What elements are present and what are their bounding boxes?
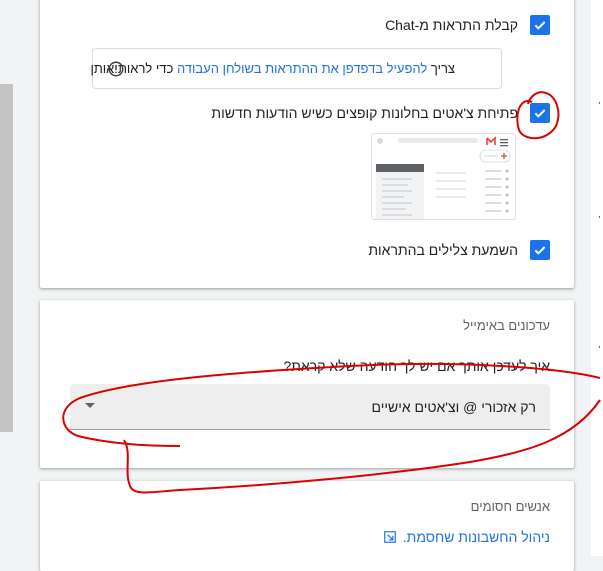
- email-frequency-value: רק אזכורי @ וצ'אטים אישיים: [371, 399, 537, 415]
- open-external-icon: [383, 531, 396, 543]
- blocked-people-card: אנשים חסומים ניהול החשבונות שחסמת.: [40, 481, 574, 571]
- notification-sound-label: השמעת צלילים בהתראות: [368, 242, 518, 258]
- info-text: צריך להפעיל בדפדפן את ההתראות בשולחן העב…: [90, 61, 455, 76]
- scrollbar[interactable]: [0, 84, 13, 432]
- margin-mark: ,: [598, 340, 601, 350]
- email-updates-question: איך לעדכן אותך אם יש לך הודעה שלא קראת?: [283, 358, 550, 374]
- check-icon: [534, 246, 546, 255]
- check-icon: [534, 109, 546, 118]
- margin-mark: ,: [598, 210, 601, 220]
- popout-chats-label: פתיחת צ'אטים בחלונות קופצים כשיש הודעות …: [211, 105, 518, 121]
- check-icon: [534, 21, 546, 30]
- adjacent-panel-edge: [591, 0, 603, 556]
- notifications-card: קבלת התראות מ-Chat צריך להפעיל בדפדפן את…: [40, 0, 574, 288]
- dropdown-arrow-icon: [85, 403, 95, 408]
- desktop-notifications-info-box: צריך להפעיל בדפדפן את ההתראות בשולחן העב…: [90, 48, 502, 89]
- manage-blocked-label: ניהול החשבונות שחסמת.: [402, 529, 550, 545]
- margin-mark: ,: [598, 96, 601, 106]
- blocked-people-title: אנשים חסומים: [470, 499, 550, 514]
- info-icon: [108, 61, 124, 77]
- preview-graphic: [372, 134, 515, 219]
- email-updates-title: עדכונים באימייל: [463, 318, 550, 333]
- popout-chats-checkbox[interactable]: [530, 103, 550, 123]
- info-prefix: צריך: [427, 61, 455, 76]
- popout-preview-illustration: [371, 133, 516, 220]
- chat-notifications-label: קבלת התראות מ-Chat: [385, 17, 518, 33]
- info-suffix: כדי לראות אותן: [90, 61, 177, 76]
- email-updates-card: עדכונים באימייל איך לעדכן אותך אם יש לך …: [40, 300, 574, 468]
- email-frequency-select[interactable]: רק אזכורי @ וצ'אטים אישיים: [70, 384, 550, 430]
- manage-blocked-accounts-link[interactable]: ניהול החשבונות שחסמת.: [383, 529, 550, 545]
- notification-sound-checkbox[interactable]: [530, 240, 550, 260]
- enable-desktop-notifications-link[interactable]: להפעיל בדפדפן את ההתראות בשולחן העבודה: [177, 61, 427, 76]
- chat-notifications-checkbox[interactable]: [530, 15, 550, 35]
